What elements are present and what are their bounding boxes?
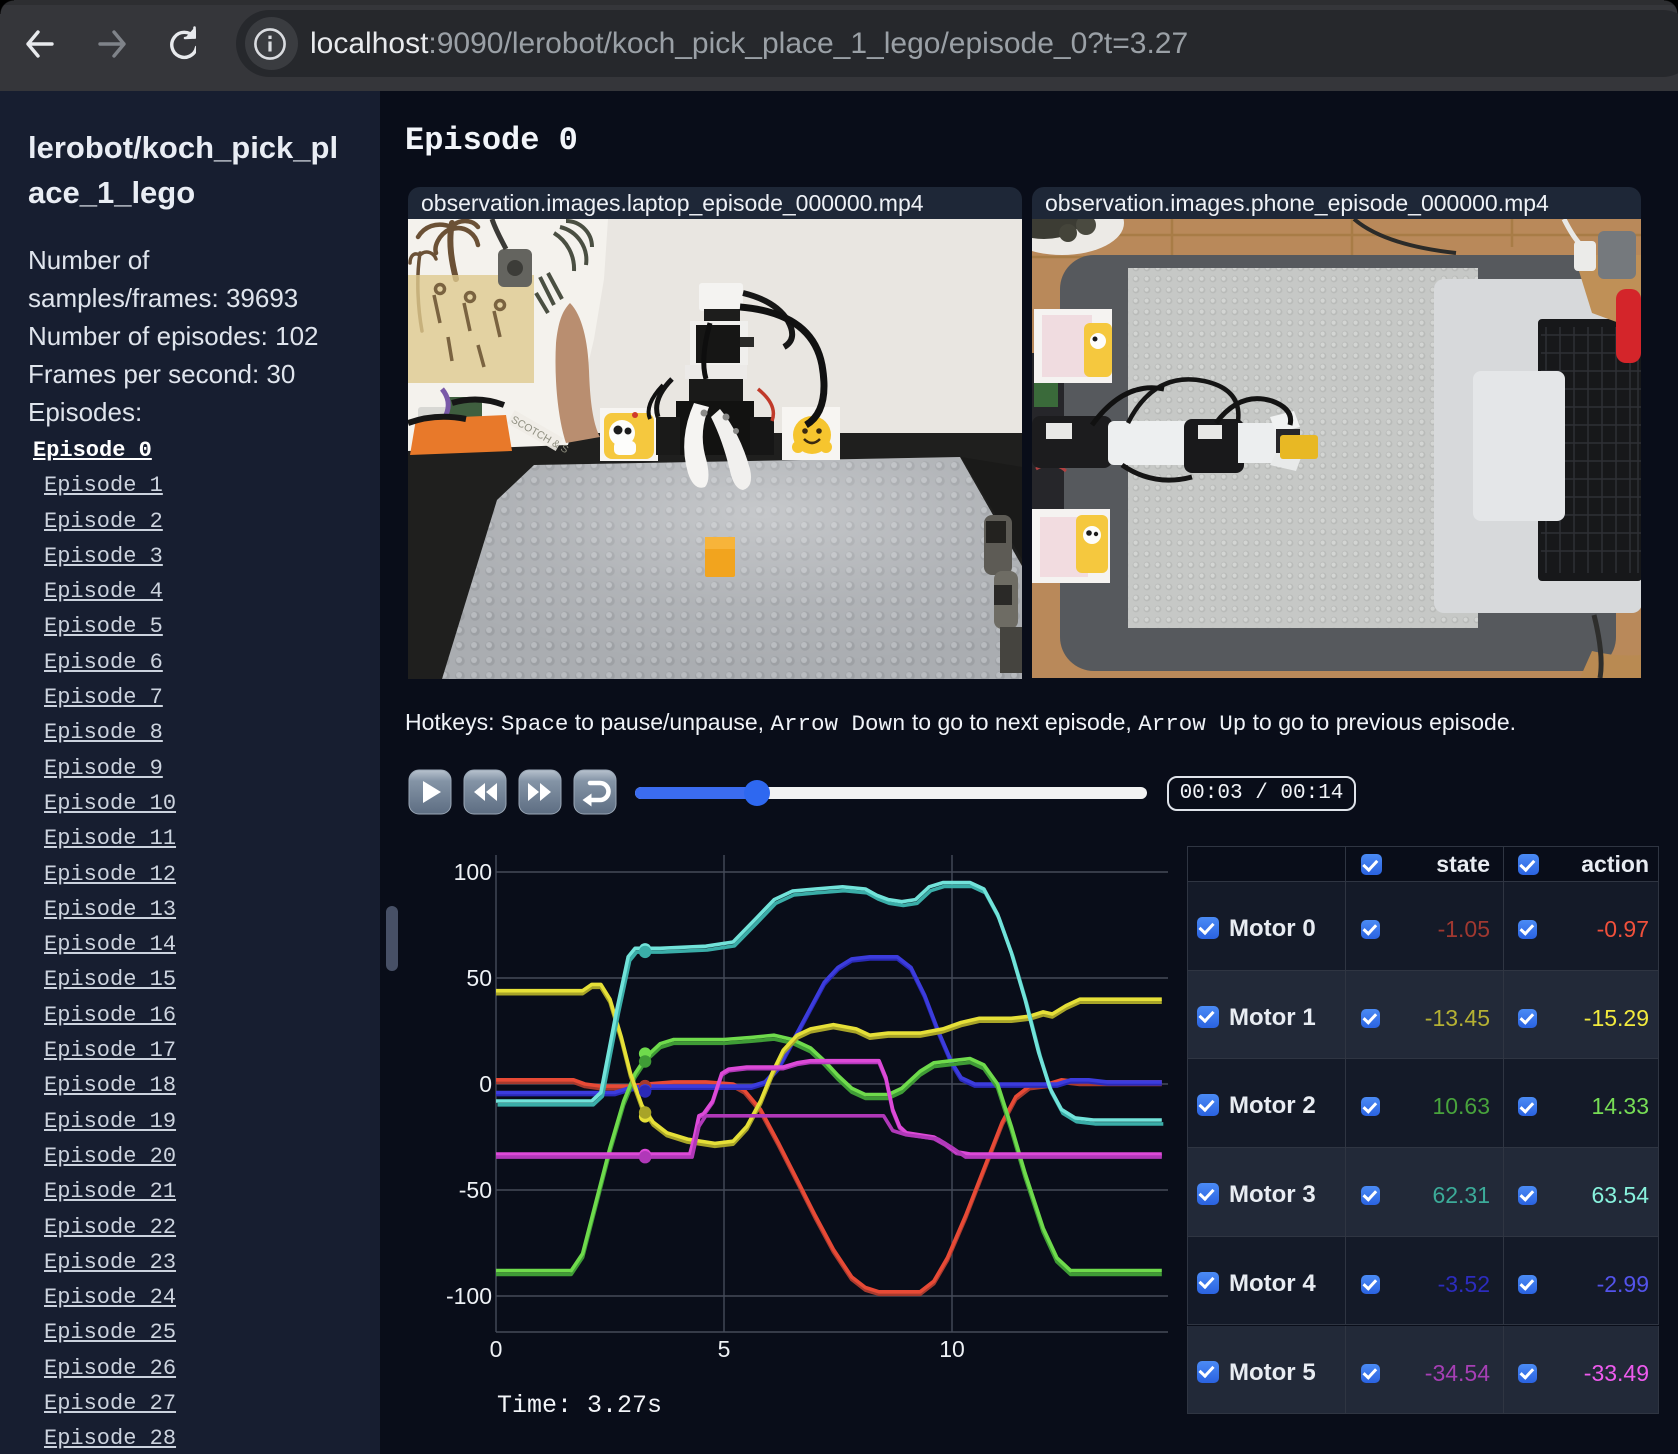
svg-text:-50: -50 bbox=[459, 1177, 492, 1203]
svg-text:0: 0 bbox=[479, 1071, 492, 1097]
svg-text:-100: -100 bbox=[446, 1283, 492, 1309]
svg-text:Time: 3.27s: Time: 3.27s bbox=[497, 1391, 662, 1420]
svg-text:100: 100 bbox=[454, 859, 492, 885]
svg-text:5: 5 bbox=[718, 1336, 731, 1362]
svg-text:50: 50 bbox=[466, 965, 492, 991]
svg-text:0: 0 bbox=[490, 1336, 503, 1362]
svg-text:10: 10 bbox=[939, 1336, 965, 1362]
